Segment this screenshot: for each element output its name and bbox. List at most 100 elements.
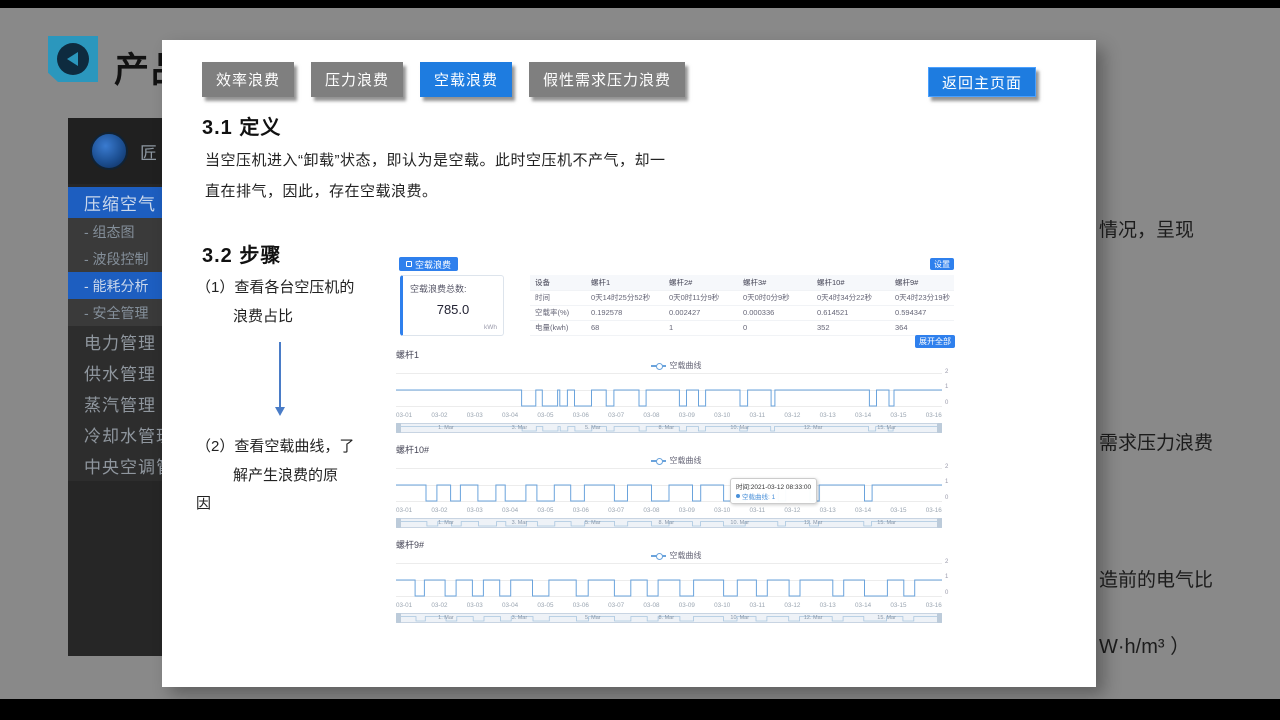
step-2-line-2: 解产生浪费的原: [196, 461, 354, 490]
definition-line-1: 当空压机进入“卸载”状态，即认为是空载。此时空压机不产气，却一: [205, 145, 666, 176]
tooltip-series-value: 空载曲线: 1: [736, 491, 811, 501]
slider-date-label: 12. Mar: [804, 615, 823, 621]
x-axis-tick: 03-14: [855, 507, 871, 516]
x-axis-labels: 03-0103-0203-0303-0403-0503-0603-0703-08…: [396, 412, 942, 421]
left-triangle-icon: [67, 52, 78, 66]
legend-label: 空载曲线: [670, 550, 702, 561]
x-axis-tick: 03-15: [890, 412, 906, 421]
slider-date-label: 15. Mar: [877, 520, 896, 526]
x-axis-labels: 03-0103-0203-0303-0403-0503-0603-0703-08…: [396, 602, 942, 611]
y-axis-tick: 1: [945, 384, 948, 390]
step-1-line-2: 浪费占比: [196, 302, 354, 331]
x-axis-tick: 03-08: [643, 412, 659, 421]
step-1: （1）查看各台空压机的 浪费占比: [196, 273, 354, 331]
table-cell: 0.002427: [664, 305, 738, 320]
table-cell: 0天4时34分22秒: [812, 290, 890, 305]
x-axis-tick: 03-09: [679, 602, 695, 611]
legend-label: 空载曲线: [670, 455, 702, 466]
x-axis-tick: 03-10: [714, 602, 730, 611]
tooltip-value-text: 空载曲线: 1: [742, 491, 775, 501]
x-axis-labels: 03-0103-0203-0303-0403-0503-0603-0703-08…: [396, 507, 942, 516]
slider-date-label: 1. Mar: [438, 520, 454, 526]
x-axis-tick: 03-16: [926, 412, 942, 421]
legend-label: 空载曲线: [670, 360, 702, 371]
x-axis-tick: 03-03: [467, 507, 483, 516]
x-axis-tick: 03-07: [608, 602, 624, 611]
step-2: （2）查看空载曲线，了 解产生浪费的原: [196, 432, 354, 490]
chart-title: 螺杆10#: [396, 443, 956, 455]
background-text: 造前的电气比: [1099, 565, 1213, 592]
tab-空载浪费[interactable]: 空载浪费: [420, 62, 512, 97]
tab-效率浪费[interactable]: 效率浪费: [202, 62, 294, 97]
x-axis-tick: 03-05: [537, 602, 553, 611]
chart-section: 螺杆1空载曲线21003-0103-0203-0303-0403-0503-06…: [396, 348, 956, 433]
slider-date-label: 5. Mar: [585, 425, 601, 431]
chart-title: 螺杆1: [396, 348, 956, 360]
step-2-line-1: （2）查看空载曲线，了: [196, 432, 354, 461]
slider-date-label: 10. Mar: [730, 520, 749, 526]
y-axis-tick: 2: [945, 464, 948, 470]
slider-date-label: 12. Mar: [804, 425, 823, 431]
stat-label: 空载浪费总数:: [410, 282, 467, 295]
y-axis-tick: 0: [945, 590, 948, 596]
chart-section: 螺杆10#空载曲线210时间:2021-03-12 08:33:00空载曲线: …: [396, 443, 956, 528]
definition-text: 当空压机进入“卸载”状态，即认为是空载。此时空压机不产气，却一 直在排气，因此，…: [205, 145, 666, 207]
slider-date-label: 5. Mar: [585, 520, 601, 526]
chart-plot-area: 210: [396, 561, 942, 601]
slider-date-label: 8. Mar: [658, 520, 674, 526]
legend-line-icon: [651, 555, 666, 557]
table-cell: 0天4时23分19秒: [890, 290, 954, 305]
x-axis-tick: 03-12: [784, 602, 800, 611]
slider-date-label: 12. Mar: [804, 520, 823, 526]
x-axis-tick: 03-16: [926, 602, 942, 611]
slider-date-label: 15. Mar: [877, 425, 896, 431]
x-axis-tick: 03-09: [679, 412, 695, 421]
x-axis-tick: 03-13: [820, 507, 836, 516]
stat-value: 785.0: [403, 302, 503, 317]
chart-plot-area: 210: [396, 371, 942, 411]
table-cell: 364: [890, 320, 954, 335]
table-header-cell: 螺杆10#: [812, 275, 890, 290]
x-axis-tick: 03-04: [502, 412, 518, 421]
x-axis-tick: 03-01: [396, 602, 412, 611]
back-arrow-icon[interactable]: [48, 36, 98, 82]
tab-压力浪费[interactable]: 压力浪费: [311, 62, 403, 97]
dashboard-badge: 空载浪费: [399, 257, 458, 271]
slider-date-label: 1. Mar: [438, 615, 454, 621]
x-axis-tick: 03-05: [537, 412, 553, 421]
y-axis-tick: 0: [945, 495, 948, 501]
chart-legend[interactable]: 空载曲线: [396, 550, 956, 561]
series-dot-icon: [736, 494, 740, 498]
x-axis-tick: 03-07: [608, 412, 624, 421]
return-home-button[interactable]: 返回主页面: [928, 67, 1036, 97]
logo-icon: [90, 132, 128, 170]
dashboard-screenshot: 空载浪费 设置 空载浪费总数: 785.0 kWh 设备螺杆1螺杆2#螺杆3#螺…: [396, 256, 956, 630]
chart-legend[interactable]: 空载曲线: [396, 360, 956, 371]
datazoom-slider[interactable]: 1. Mar3. Mar5. Mar8. Mar10. Mar12. Mar15…: [396, 423, 942, 433]
datazoom-slider[interactable]: 1. Mar3. Mar5. Mar8. Mar10. Mar12. Mar15…: [396, 613, 942, 623]
steps-heading: 3.2 步骤: [202, 239, 281, 268]
chart-legend[interactable]: 空载曲线: [396, 455, 956, 466]
table-header-cell: 螺杆1: [586, 275, 664, 290]
x-axis-tick: 03-06: [573, 602, 589, 611]
table-cell: 0.000336: [738, 305, 812, 320]
slider-date-label: 8. Mar: [658, 615, 674, 621]
y-axis-tick: 2: [945, 559, 948, 565]
chart-tooltip: 时间:2021-03-12 08:33:00空载曲线: 1: [730, 478, 817, 504]
x-axis-tick: 03-15: [890, 602, 906, 611]
tab-假性需求压力浪费[interactable]: 假性需求压力浪费: [529, 62, 685, 97]
table-cell: 0.594347: [890, 305, 954, 320]
settings-button[interactable]: 设置: [930, 258, 954, 270]
x-axis-tick: 03-15: [890, 507, 906, 516]
x-axis-tick: 03-10: [714, 412, 730, 421]
x-axis-tick: 03-02: [431, 412, 447, 421]
slider-date-label: 15. Mar: [877, 615, 896, 621]
expand-all-button[interactable]: 展开全部: [915, 335, 955, 348]
x-axis-tick: 03-14: [855, 412, 871, 421]
table-header-cell: 螺杆3#: [738, 275, 812, 290]
table-header-cell: 设备: [530, 275, 586, 290]
slider-date-label: 8. Mar: [658, 425, 674, 431]
down-arrow-icon: [279, 342, 281, 408]
x-axis-tick: 03-05: [537, 507, 553, 516]
datazoom-slider[interactable]: 1. Mar3. Mar5. Mar8. Mar10. Mar12. Mar15…: [396, 518, 942, 528]
